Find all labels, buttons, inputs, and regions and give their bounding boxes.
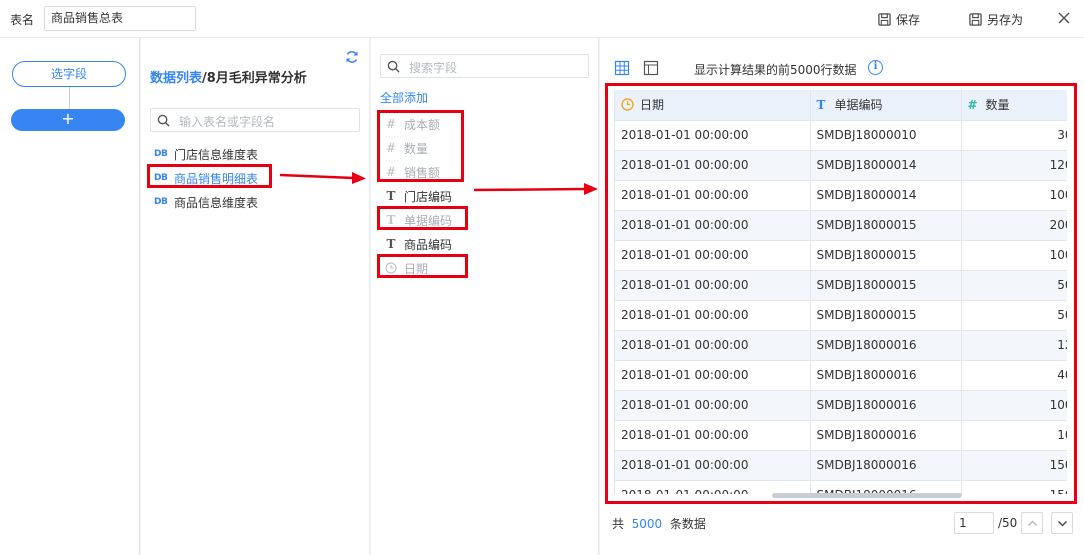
data-list-title: 数据列表/8月毛利异常分析	[150, 67, 307, 86]
flow-connector	[69, 87, 70, 109]
arrow-right-icon	[280, 172, 366, 184]
db-table-icon: DB	[154, 149, 168, 159]
data-list-pane: 数据列表/8月毛利异常分析 输入表名或字段名 DB 门店信息维度表 DB 商品销…	[141, 38, 370, 555]
db-table-icon: DB	[154, 197, 168, 207]
data-list-link[interactable]: 数据列表	[150, 71, 202, 86]
info-icon[interactable]: i	[868, 60, 883, 75]
layout-view-icon[interactable]	[643, 60, 659, 76]
save-label: 保存	[896, 13, 921, 27]
page-number-input[interactable]: 1	[954, 512, 994, 534]
arrow-right-icon	[474, 183, 598, 195]
save-as-icon	[969, 13, 982, 26]
prev-page-button[interactable]	[1021, 512, 1043, 534]
save-as-button[interactable]: 另存为	[969, 11, 1023, 28]
field-item[interactable]: T 商品编码	[385, 232, 452, 256]
save-button[interactable]: 保存	[878, 11, 920, 28]
data-list-path: /8月毛利异常分析	[202, 71, 307, 86]
table-item-0[interactable]: DB 门店信息维度表	[154, 142, 258, 166]
field-label: 门店编码	[404, 189, 453, 204]
search-icon	[387, 60, 400, 73]
grid-view-icon[interactable]	[614, 60, 630, 76]
chevron-down-icon	[1058, 521, 1067, 527]
add-all-link[interactable]: 全部添加	[380, 89, 428, 106]
page-total: /50	[998, 516, 1018, 530]
refresh-icon[interactable]	[345, 50, 359, 64]
save-as-label: 另存为	[987, 13, 1024, 27]
annotation-box-preview	[605, 83, 1077, 504]
preview-info-text: 显示计算结果的前5000行数据	[694, 63, 857, 77]
row-count: 共 5000 条数据	[612, 517, 706, 531]
annotation-box-table	[147, 164, 272, 188]
field-label: 商品编码	[404, 237, 453, 252]
pick-fields-button[interactable]: 选字段	[12, 61, 126, 87]
annotation-box-doc-code	[377, 206, 468, 230]
top-bar: 表名 商品销售总表 保存 另存为	[0, 0, 1084, 38]
close-icon[interactable]	[1056, 10, 1072, 26]
table-name-input[interactable]: 商品销售总表	[44, 6, 196, 31]
field-item[interactable]: T 门店编码	[385, 184, 452, 208]
flow-pane: 选字段 +	[0, 38, 140, 555]
chevron-up-icon	[1028, 520, 1037, 526]
annotation-box-number-fields	[377, 110, 464, 182]
field-search-placeholder: 搜索字段	[409, 61, 458, 75]
next-page-button[interactable]	[1051, 512, 1073, 534]
save-icon	[878, 13, 891, 26]
table-search-placeholder: 输入表名或字段名	[179, 115, 276, 129]
table-item-2[interactable]: DB 商品信息维度表	[154, 190, 258, 214]
field-search-input[interactable]: 搜索字段	[380, 54, 589, 78]
search-icon	[157, 114, 170, 127]
text-type-icon: T	[386, 189, 396, 203]
add-step-button[interactable]: +	[11, 109, 125, 131]
table-item-label: 门店信息维度表	[174, 147, 259, 162]
table-search-input[interactable]: 输入表名或字段名	[150, 108, 360, 132]
annotation-box-date	[377, 254, 468, 278]
table-item-label: 商品信息维度表	[174, 195, 259, 210]
text-type-icon: T	[386, 237, 396, 251]
table-name-label: 表名	[10, 13, 35, 27]
